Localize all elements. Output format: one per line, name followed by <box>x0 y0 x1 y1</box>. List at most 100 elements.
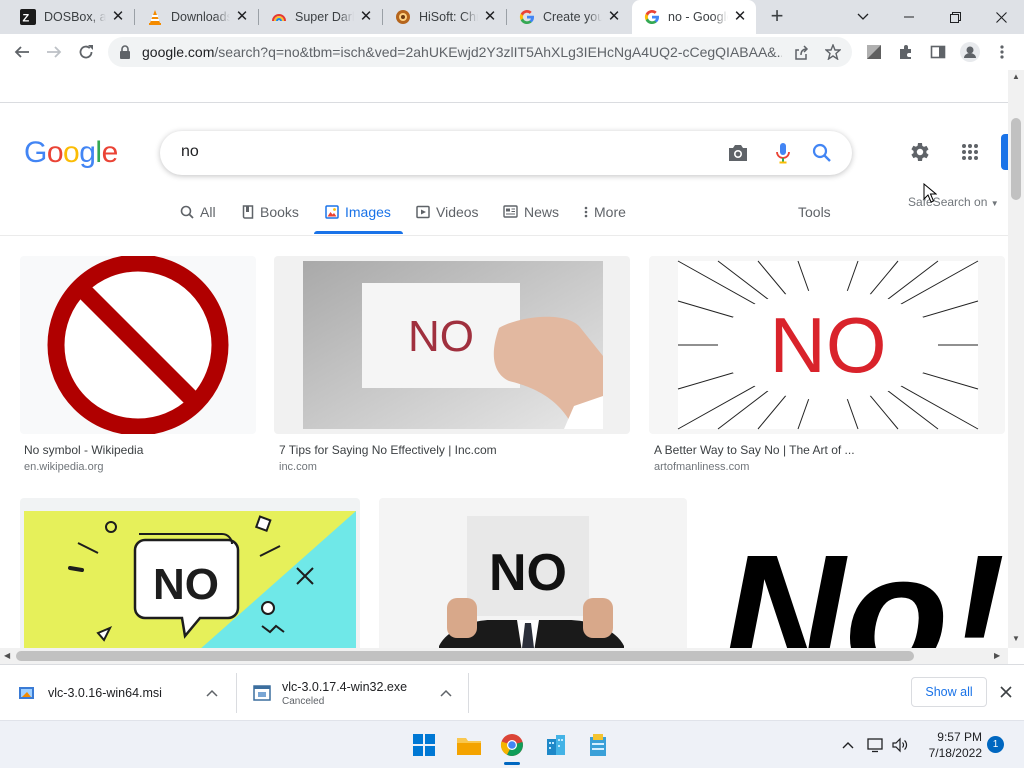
search-submit-icon[interactable] <box>810 141 834 165</box>
scroll-right-icon[interactable]: ▶ <box>994 651 1000 660</box>
horizontal-scrollbar[interactable]: ◀ ▶ <box>0 648 1008 664</box>
chevron-up-icon[interactable] <box>440 689 452 697</box>
chrome-taskbar-button[interactable] <box>496 729 528 765</box>
network-icon[interactable] <box>865 735 885 755</box>
apps-grid-icon[interactable] <box>957 139 983 165</box>
result-source[interactable]: artofmanliness.com <box>654 461 749 473</box>
reload-button[interactable] <box>72 38 100 66</box>
chevron-up-icon[interactable] <box>206 689 218 697</box>
window-close-button[interactable] <box>978 0 1024 34</box>
browser-tab-videolan[interactable]: Downloads - VideoLAN ✕ <box>135 0 258 34</box>
tab-news[interactable]: News <box>503 196 559 234</box>
tab-books[interactable]: Books <box>242 196 299 234</box>
close-icon[interactable]: ✕ <box>358 9 374 25</box>
browser-tab-super-dark[interactable]: Super Dark Mode ✕ <box>259 0 382 34</box>
tab-videos[interactable]: Videos <box>416 196 479 234</box>
result-thumbnail[interactable]: No! <box>706 498 1006 648</box>
divider <box>468 673 469 713</box>
tab-label: News <box>524 204 560 220</box>
image-result-card[interactable]: NO 7 Tips for Saying No Effectively | In… <box>274 256 630 476</box>
tab-all[interactable]: All <box>180 196 216 234</box>
image-result-card[interactable]: NO <box>20 498 360 648</box>
result-title[interactable]: 7 Tips for Saying No Effectively | Inc.c… <box>279 443 497 457</box>
forward-button[interactable] <box>40 38 68 66</box>
image-result-card[interactable]: No symbol - Wikipedia en.wikipedia.org <box>20 256 256 476</box>
search-input[interactable] <box>181 143 701 161</box>
search-box <box>160 131 852 175</box>
extensions-puzzle-icon[interactable] <box>897 43 915 61</box>
close-icon[interactable] <box>1000 686 1012 698</box>
browser-toolbar: google.com/search?q=no&tbm=isch&ved=2ahU… <box>0 34 1024 70</box>
close-icon[interactable]: ✕ <box>110 9 126 25</box>
start-button[interactable] <box>408 729 440 761</box>
settings-gear-icon[interactable] <box>906 139 932 165</box>
extension-dark-mode-icon[interactable] <box>865 43 883 61</box>
volume-icon[interactable] <box>890 735 910 755</box>
back-button[interactable] <box>8 38 36 66</box>
msi-installer-icon <box>19 687 34 699</box>
share-icon[interactable] <box>793 45 809 61</box>
bookmark-star-icon[interactable] <box>825 44 841 60</box>
image-result-card[interactable]: No! <box>706 498 1006 648</box>
tools-button[interactable]: Tools <box>798 204 831 220</box>
vertical-scroll-thumb[interactable] <box>1011 118 1021 200</box>
tab-search-button[interactable] <box>840 0 886 34</box>
download-item[interactable]: vlc-3.0.16-win64.msi <box>18 665 228 721</box>
address-bar[interactable]: google.com/search?q=no&tbm=isch&ved=2ahU… <box>108 37 852 67</box>
scroll-left-icon[interactable]: ◀ <box>4 651 10 660</box>
close-icon[interactable]: ✕ <box>482 9 498 25</box>
profile-avatar-icon[interactable] <box>960 42 980 62</box>
image-icon <box>325 205 339 219</box>
result-thumbnail[interactable]: NO <box>649 256 1005 434</box>
sign-in-button[interactable] <box>1001 134 1008 170</box>
result-title[interactable]: No symbol - Wikipedia <box>24 443 143 457</box>
google-logo[interactable]: Google <box>24 136 118 170</box>
result-thumbnail[interactable]: NO <box>20 498 360 648</box>
browser-menu-icon[interactable] <box>993 43 1011 61</box>
tab-more[interactable]: More <box>584 196 626 234</box>
windows-taskbar: 9:57 PM 7/18/2022 1 <box>0 720 1024 768</box>
camera-icon[interactable] <box>726 141 750 165</box>
notification-badge[interactable]: 1 <box>987 736 1004 753</box>
chevron-up-icon[interactable] <box>838 735 858 755</box>
scroll-up-icon[interactable]: ▲ <box>1012 72 1020 81</box>
system-clock[interactable]: 9:57 PM 7/18/2022 <box>920 729 982 761</box>
scroll-down-icon[interactable]: ▼ <box>1012 634 1020 643</box>
browser-tab-google-search[interactable]: no - Google Search ✕ <box>632 0 756 34</box>
new-tab-button[interactable]: + <box>765 5 789 29</box>
result-title[interactable]: A Better Way to Say No | The Art of ... <box>654 443 855 457</box>
app-taskbar-button[interactable] <box>540 729 572 761</box>
close-icon[interactable]: ✕ <box>606 9 622 25</box>
browser-tab-dosbox[interactable]: Z DOSBox, an x86 emulator with DOS ✕ <box>8 0 134 34</box>
browser-tab-hisoft[interactable]: HiSoft: Chrome ✕ <box>383 0 506 34</box>
safesearch-toggle[interactable]: SafeSearch on ▼ <box>908 195 999 209</box>
image-result-card[interactable]: NO A Better Way to Say No | The Art of .… <box>649 256 1005 476</box>
result-thumbnail[interactable] <box>20 256 256 434</box>
reload-icon <box>79 45 93 59</box>
no-symbol-image <box>47 256 229 434</box>
result-thumbnail[interactable]: NO <box>274 256 630 434</box>
installer-app-icon <box>590 734 606 756</box>
horizontal-scroll-thumb[interactable] <box>16 651 914 661</box>
microphone-icon[interactable] <box>771 141 795 165</box>
hisoft-icon <box>395 9 411 25</box>
restore-button[interactable] <box>932 0 978 34</box>
close-icon[interactable]: ✕ <box>732 9 748 25</box>
image-result-card[interactable]: NO <box>379 498 687 648</box>
sign-text: NO <box>489 544 567 602</box>
minimize-button[interactable] <box>886 0 932 34</box>
side-panel-icon[interactable] <box>929 43 947 61</box>
browser-tab-create-account[interactable]: Create your Google Account ✕ <box>507 0 630 34</box>
arrow-left-icon <box>14 46 29 58</box>
close-icon[interactable]: ✕ <box>234 9 250 25</box>
result-source[interactable]: en.wikipedia.org <box>24 461 104 473</box>
tab-images[interactable]: Images <box>314 196 403 234</box>
vertical-scrollbar[interactable]: ▲ ▼ <box>1008 70 1024 648</box>
result-thumbnail[interactable]: NO <box>379 498 687 648</box>
result-source[interactable]: inc.com <box>279 461 317 473</box>
file-explorer-button[interactable] <box>453 729 485 761</box>
show-all-downloads-button[interactable]: Show all <box>911 677 987 707</box>
app-taskbar-button[interactable] <box>583 729 615 761</box>
download-item[interactable]: vlc-3.0.17.4-win32.exe Canceled <box>253 665 458 721</box>
divider <box>236 673 237 713</box>
